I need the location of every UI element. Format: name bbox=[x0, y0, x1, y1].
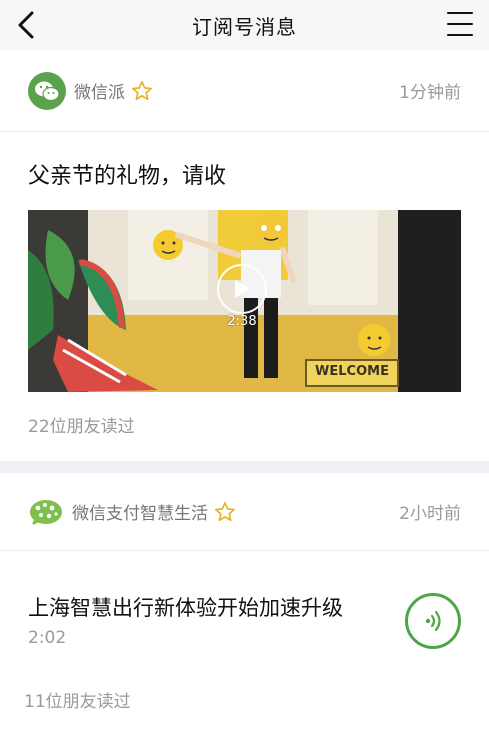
chevron-left-icon bbox=[18, 11, 34, 39]
account-name[interactable]: 微信派 bbox=[74, 78, 125, 103]
message-card: 微信派 1分钟前 父亲节的礼物，请收 WELCOME 2:38 22位朋友读过 bbox=[0, 50, 489, 461]
audio-message[interactable]: 上海智慧出行新体验开始加速升级 2:02 bbox=[0, 551, 489, 649]
audio-play-button[interactable] bbox=[405, 593, 461, 649]
message-card: 微信支付智慧生活 2小时前 上海智慧出行新体验开始加速升级 2:02 11位朋友… bbox=[0, 473, 489, 752]
video-duration: 2:38 bbox=[227, 314, 257, 329]
read-count: 11位朋友读过 bbox=[24, 692, 131, 712]
account-header[interactable]: 微信派 1分钟前 bbox=[0, 50, 489, 132]
account-avatar[interactable] bbox=[28, 493, 64, 530]
menu-button[interactable] bbox=[447, 12, 473, 36]
video-thumbnail[interactable]: WELCOME 2:38 bbox=[28, 210, 461, 392]
read-count: 22位朋友读过 bbox=[28, 417, 135, 437]
audio-title[interactable]: 上海智慧出行新体验开始加速升级 bbox=[28, 594, 395, 622]
play-button[interactable] bbox=[217, 264, 267, 314]
wechat-logo-icon bbox=[35, 81, 60, 101]
navigation-bar: 订阅号消息 bbox=[0, 0, 489, 50]
message-time: 1分钟前 bbox=[399, 83, 461, 103]
account-header[interactable]: 微信支付智慧生活 2小时前 bbox=[0, 473, 489, 551]
speaker-wave-icon bbox=[425, 610, 441, 632]
welcome-sign: WELCOME bbox=[315, 364, 389, 379]
hamburger-menu-icon bbox=[447, 12, 473, 14]
account-name[interactable]: 微信支付智慧生活 bbox=[72, 499, 208, 524]
wechat-pay-smart-life-logo-icon bbox=[30, 499, 62, 526]
audio-duration: 2:02 bbox=[28, 628, 67, 648]
star-icon[interactable] bbox=[214, 501, 236, 523]
star-icon[interactable] bbox=[131, 80, 153, 102]
back-button[interactable] bbox=[10, 8, 42, 42]
account-avatar[interactable] bbox=[28, 71, 66, 110]
article-title[interactable]: 父亲节的礼物，请收 bbox=[0, 132, 489, 194]
page-title: 订阅号消息 bbox=[192, 14, 297, 39]
play-icon bbox=[235, 280, 250, 298]
message-time: 2小时前 bbox=[399, 504, 461, 524]
